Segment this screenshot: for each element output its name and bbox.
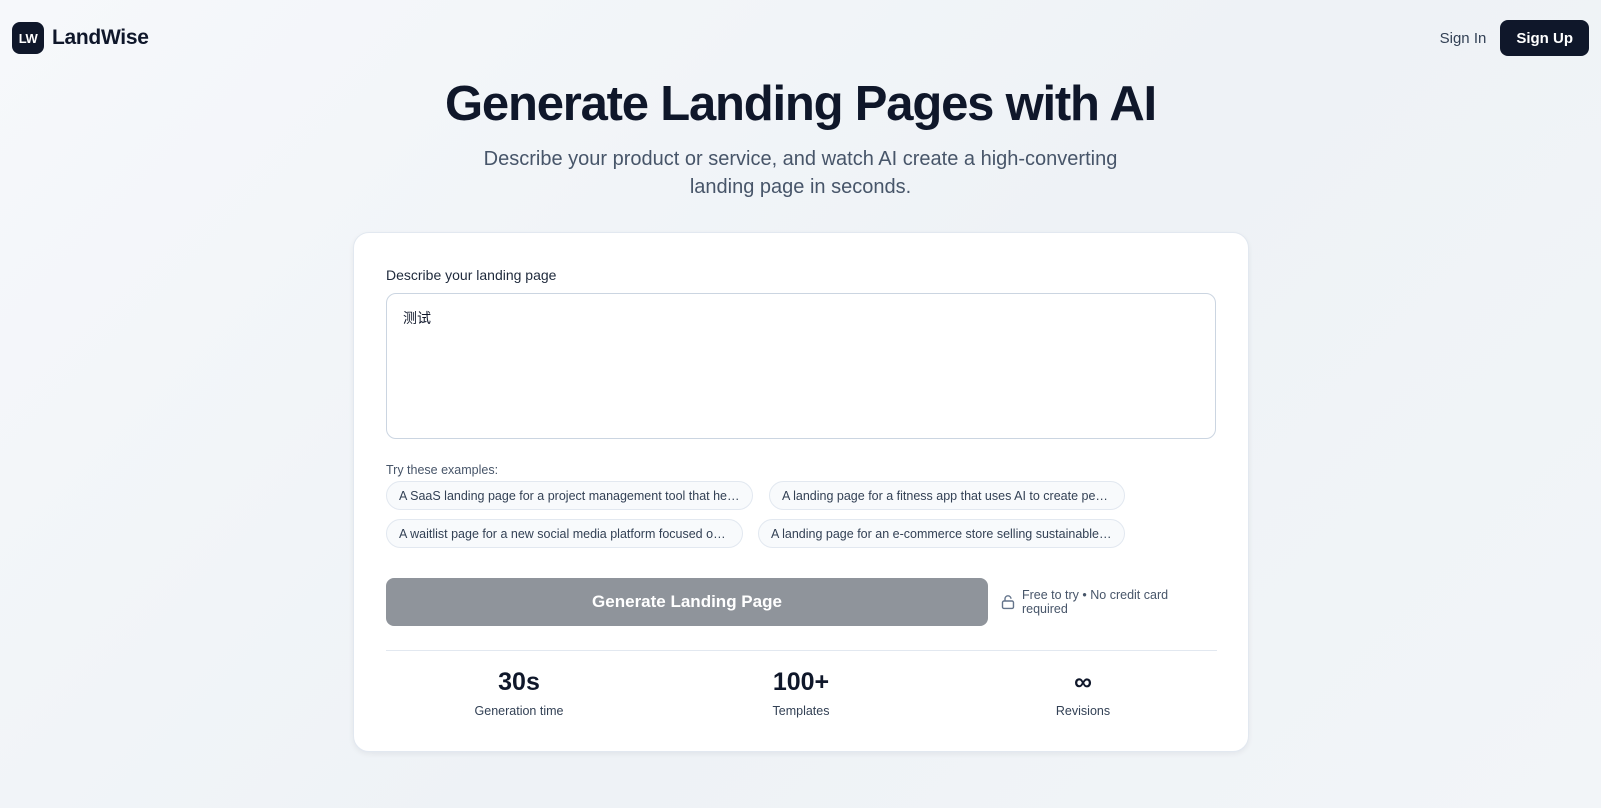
stat-value: 100+ [772,668,830,696]
logo: LW [12,22,44,54]
sign-up-button[interactable]: Sign Up [1500,20,1589,56]
generator-card: Describe your landing page 测试 Try these … [353,232,1249,752]
example-chip-text: A landing page for an e-commerce store s… [771,526,1112,541]
examples-label: Try these examples: [386,463,499,477]
top-navbar: LW LandWise Sign In Sign Up [0,0,1601,76]
stat-label: Templates [772,704,830,718]
stat-revisions: ∞ Revisions [983,665,1183,718]
stat-value: 30s [498,668,540,696]
divider [386,650,1217,651]
stat-templates: 100+ Templates [701,665,901,718]
example-chip-text: A SaaS landing page for a project manage… [399,488,740,503]
example-chip[interactable]: A landing page for a fitness app that us… [769,481,1125,510]
generate-button[interactable]: Generate Landing Page [386,578,988,626]
example-chip-text: A landing page for a fitness app that us… [782,488,1112,503]
free-note: Free to try • No credit card required [1001,588,1217,616]
free-note-text: Free to try • No credit card required [1021,588,1169,616]
stat-value: ∞ [1074,668,1092,696]
description-input[interactable]: 测试 [386,293,1216,439]
page-title: Generate Landing Pages with AI [445,77,1157,131]
brand-name: LandWise [52,26,149,49]
sign-in-button[interactable]: Sign In [1440,30,1487,47]
example-chip[interactable]: A waitlist page for a new social media p… [386,519,743,548]
description-label: Describe your landing page [386,267,557,283]
auth-actions: Sign In Sign Up [1440,20,1589,56]
example-chip[interactable]: A landing page for an e-commerce store s… [758,519,1125,548]
stat-generation-time: 30s Generation time [419,665,619,718]
stat-label: Revisions [1055,704,1111,718]
example-chip-text: A waitlist page for a new social media p… [399,526,730,541]
lock-icon [1001,595,1015,610]
brand[interactable]: LW LandWise [12,22,149,54]
example-chip[interactable]: A SaaS landing page for a project manage… [386,481,753,510]
page-subtitle: Describe your product or service, and wa… [483,148,1118,198]
stat-label: Generation time [474,704,564,718]
